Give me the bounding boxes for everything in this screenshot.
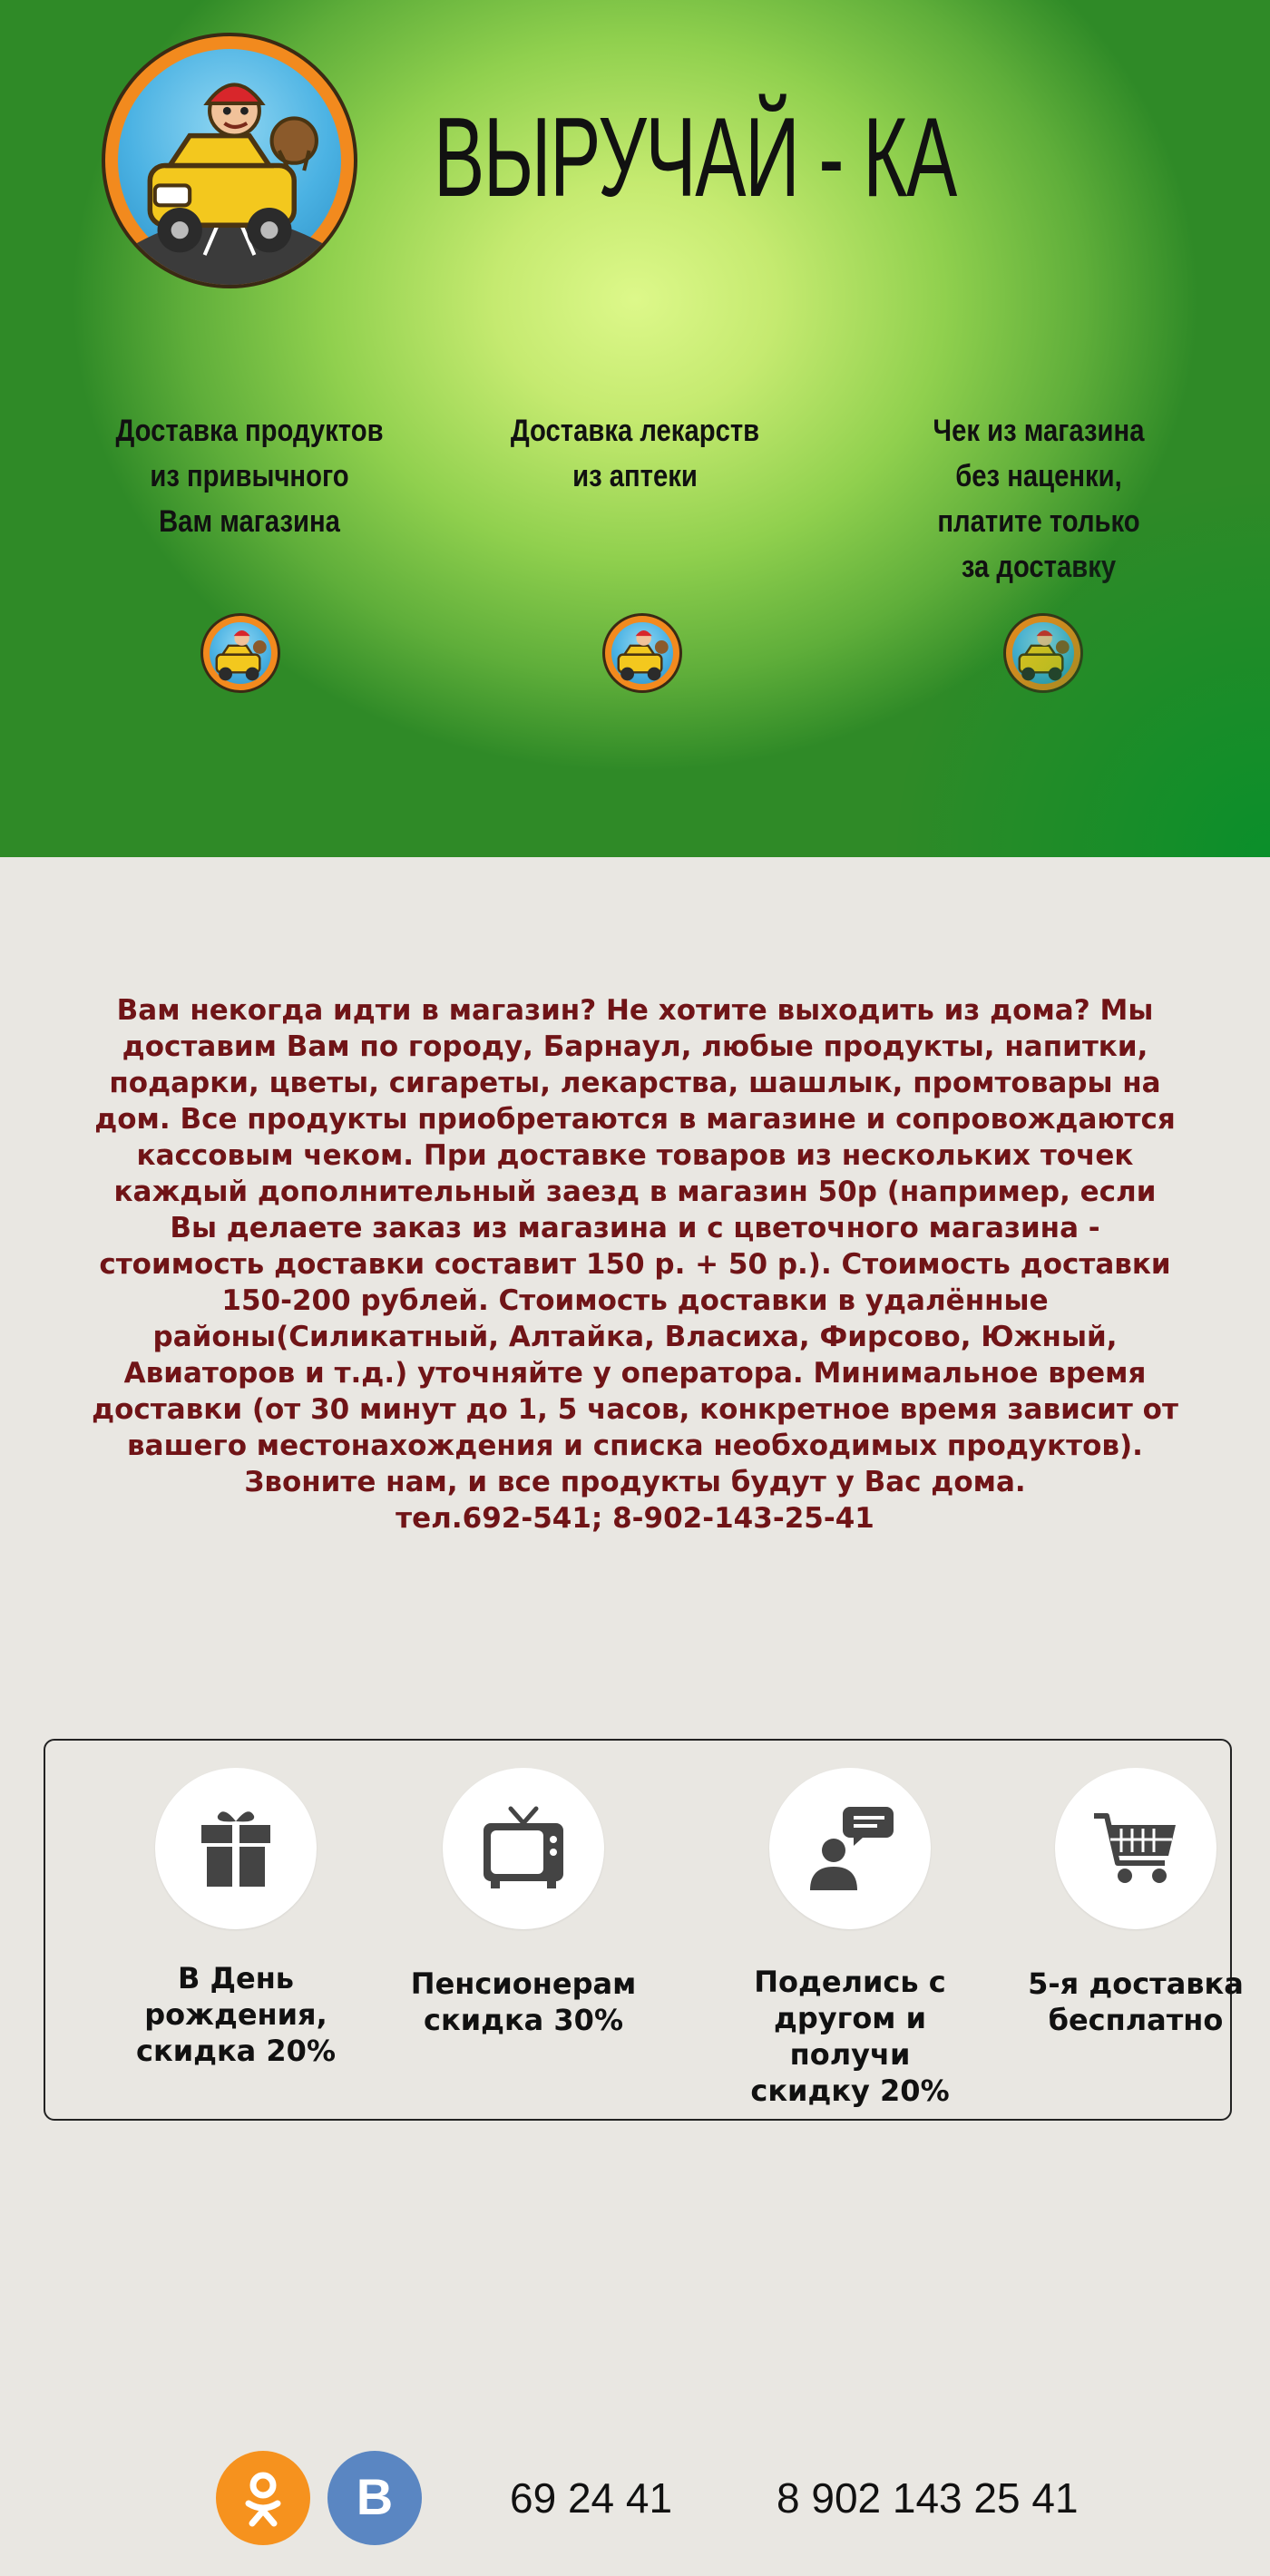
svg-text:В: В <box>357 2468 393 2525</box>
description-phone-line: тел.692-541; 8-902-143-25-41 <box>396 1502 874 1535</box>
delivery-mascot-car-icon <box>602 613 682 693</box>
vk-icon: В <box>357 2468 393 2525</box>
mascot-car-drawing <box>124 83 335 285</box>
promo-fifth-delivery-text: 5-я доставка бесплатно <box>1028 1966 1244 2037</box>
feature-grocery-delivery: Доставка продуктов из привычного Вам маг… <box>115 414 384 539</box>
promo-pensioners-text: Пенсионерам скидка 30% <box>410 1966 637 2037</box>
tv-icon <box>443 1768 604 1929</box>
promo-birthday-text: В День рождения, скидка 20% <box>136 1961 336 2068</box>
delivery-mascot-car-icon <box>1003 613 1083 693</box>
description-text: Вам некогда идти в магазин? Не хотите вы… <box>92 994 1178 1498</box>
vk-button[interactable]: В <box>327 2451 422 2545</box>
delivery-mascot-car-icon[interactable] <box>102 33 357 288</box>
footer-phone-short[interactable]: 69 24 41 <box>510 2474 672 2522</box>
share-chat-icon <box>769 1768 931 1929</box>
promo-box: В День рождения, скидка 20% Пенсионерам … <box>44 1739 1244 2121</box>
odnoklassniki-button[interactable] <box>216 2451 310 2545</box>
promo-share-friend: Поделись с другом и получи скидку 20% <box>714 1768 986 2109</box>
gift-icon <box>155 1768 317 1929</box>
hero-banner: ВЫРУЧАЙ - КА Доставка продуктов из привы… <box>0 0 1270 857</box>
cart-icon <box>1055 1768 1216 1929</box>
promo-share-friend-text: Поделись с другом и получи скидку 20% <box>750 1965 950 2108</box>
odnoklassniki-icon <box>245 2472 281 2527</box>
promo-fifth-delivery: 5-я доставка бесплатно <box>1000 1768 1270 2038</box>
footer-phone-mobile[interactable]: 8 902 143 25 41 <box>777 2474 1079 2522</box>
promo-birthday: В День рождения, скидка 20% <box>100 1768 372 2069</box>
service-description: Вам некогда идти в магазин? Не хотите вы… <box>86 992 1184 1537</box>
feature-pharmacy-delivery: Доставка лекарств из аптеки <box>510 414 760 493</box>
feature-no-markup-receipt: Чек из магазина без наценки, платите тол… <box>933 414 1145 584</box>
brand-title: ВЫРУЧАЙ - КА <box>434 95 957 220</box>
promo-pensioners: Пенсионерам скидка 30% <box>387 1768 659 2038</box>
delivery-mascot-car-icon <box>200 613 280 693</box>
